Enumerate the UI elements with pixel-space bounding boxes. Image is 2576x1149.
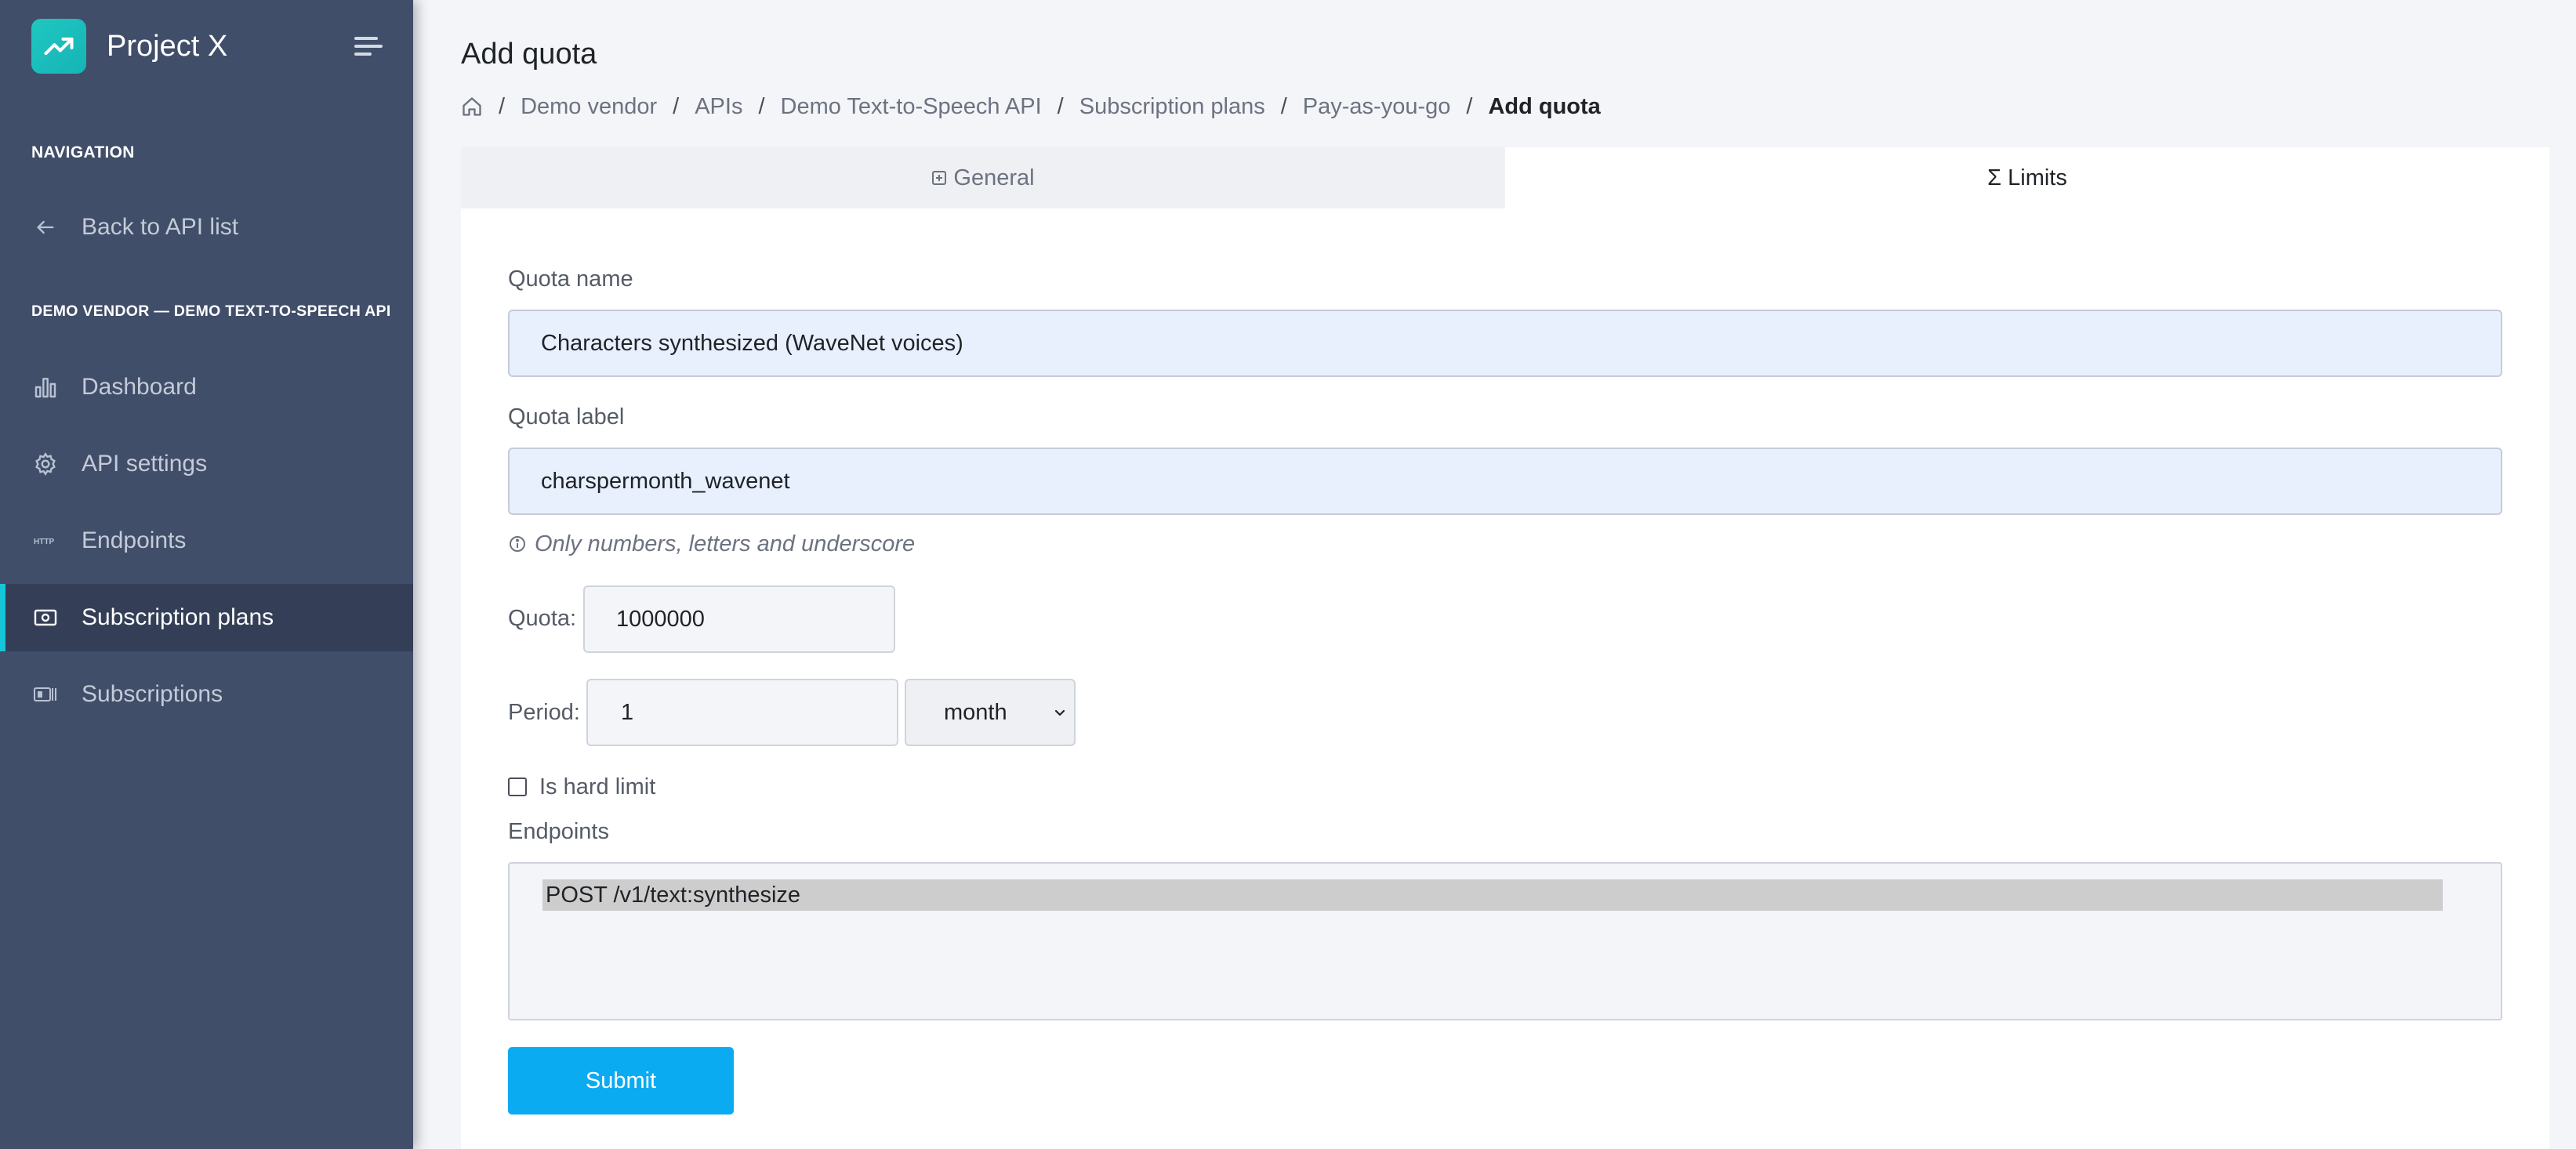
breadcrumb-apis[interactable]: APIs	[695, 94, 742, 120]
tab-limits-label: Σ Limits	[1987, 165, 2067, 190]
period-label: Period:	[508, 700, 580, 725]
chevron-down-icon	[1052, 705, 1068, 725]
back-to-api-list-label: Back to API list	[82, 214, 239, 240]
quota-name-label: Quota name	[508, 266, 633, 292]
quota-label: Quota:	[508, 606, 577, 631]
sidebar-item-label: Subscription plans	[82, 604, 274, 630]
period-unit-value: month	[944, 699, 1007, 725]
hard-limit-label: Is hard limit	[539, 774, 656, 799]
endpoint-option[interactable]: POST /v1/text:synthesize	[542, 879, 2443, 911]
sidebar-item-label: Subscriptions	[82, 681, 223, 707]
svg-text:HTTP: HTTP	[34, 538, 54, 546]
square-plus-icon	[931, 170, 947, 186]
breadcrumb-api[interactable]: Demo Text-to-Speech API	[781, 94, 1042, 120]
sidebar-item-subscription-plans[interactable]: Subscription plans	[0, 584, 413, 651]
bar-chart-icon	[31, 373, 60, 401]
sidebar: Project X NAVIGATION Back to API list DE…	[0, 0, 413, 1149]
period-input[interactable]	[586, 679, 898, 746]
submit-button[interactable]: Submit	[508, 1047, 734, 1115]
breadcrumb-current: Add quota	[1488, 93, 1601, 119]
trending-up-logo-icon	[31, 19, 86, 74]
home-icon[interactable]	[461, 96, 483, 118]
info-icon	[508, 535, 527, 553]
brand[interactable]: Project X	[31, 19, 227, 74]
sidebar-item-label: Endpoints	[82, 527, 187, 553]
tab-limits[interactable]: Σ Limits	[1505, 147, 2549, 208]
quota-name-input[interactable]	[508, 310, 2502, 377]
app-name: Project X	[107, 29, 228, 63]
tab-general[interactable]: General	[461, 147, 1505, 208]
dollar-bill-icon	[31, 603, 60, 632]
hint-text: Only numbers, letters and underscore	[535, 531, 916, 556]
sidebar-item-dashboard[interactable]: Dashboard	[0, 353, 413, 421]
quota-label-input[interactable]	[508, 448, 2502, 515]
quota-label-label: Quota label	[508, 404, 625, 430]
menu-collapse-icon[interactable]	[354, 34, 383, 58]
endpoints-label: Endpoints	[508, 819, 609, 844]
gear-icon	[31, 450, 60, 478]
quota-input[interactable]	[583, 585, 895, 653]
sidebar-item-label: API settings	[82, 451, 208, 477]
arrow-left-icon	[31, 213, 60, 241]
breadcrumb-plan[interactable]: Pay-as-you-go	[1303, 94, 1451, 120]
api-context-title: DEMO VENDOR — DEMO TEXT-TO-SPEECH API	[31, 303, 391, 320]
id-card-icon	[31, 680, 60, 709]
breadcrumb: / Demo vendor / APIs / Demo Text-to-Spee…	[461, 91, 1601, 122]
sidebar-item-endpoints[interactable]: HTTP Endpoints	[0, 507, 413, 574]
breadcrumb-subscription-plans[interactable]: Subscription plans	[1079, 94, 1265, 120]
navigation-section-title: NAVIGATION	[31, 143, 135, 161]
sidebar-item-label: Dashboard	[82, 374, 197, 400]
quota-label-hint: Only numbers, letters and underscore	[508, 528, 915, 560]
breadcrumb-demo-vendor[interactable]: Demo vendor	[521, 94, 657, 120]
http-icon: HTTP	[31, 527, 60, 555]
form-tabs: General Σ Limits	[461, 147, 2549, 208]
endpoints-multiselect[interactable]: POST /v1/text:synthesize	[508, 862, 2502, 1020]
sidebar-item-api-settings[interactable]: API settings	[0, 430, 413, 498]
back-to-api-list-link[interactable]: Back to API list	[0, 194, 413, 261]
page-title: Add quota	[461, 38, 597, 71]
sidebar-item-subscriptions[interactable]: Subscriptions	[0, 661, 413, 728]
hard-limit-checkbox[interactable]	[508, 777, 527, 796]
tab-general-label: General	[953, 165, 1035, 190]
period-unit-select[interactable]: month	[905, 679, 1076, 746]
